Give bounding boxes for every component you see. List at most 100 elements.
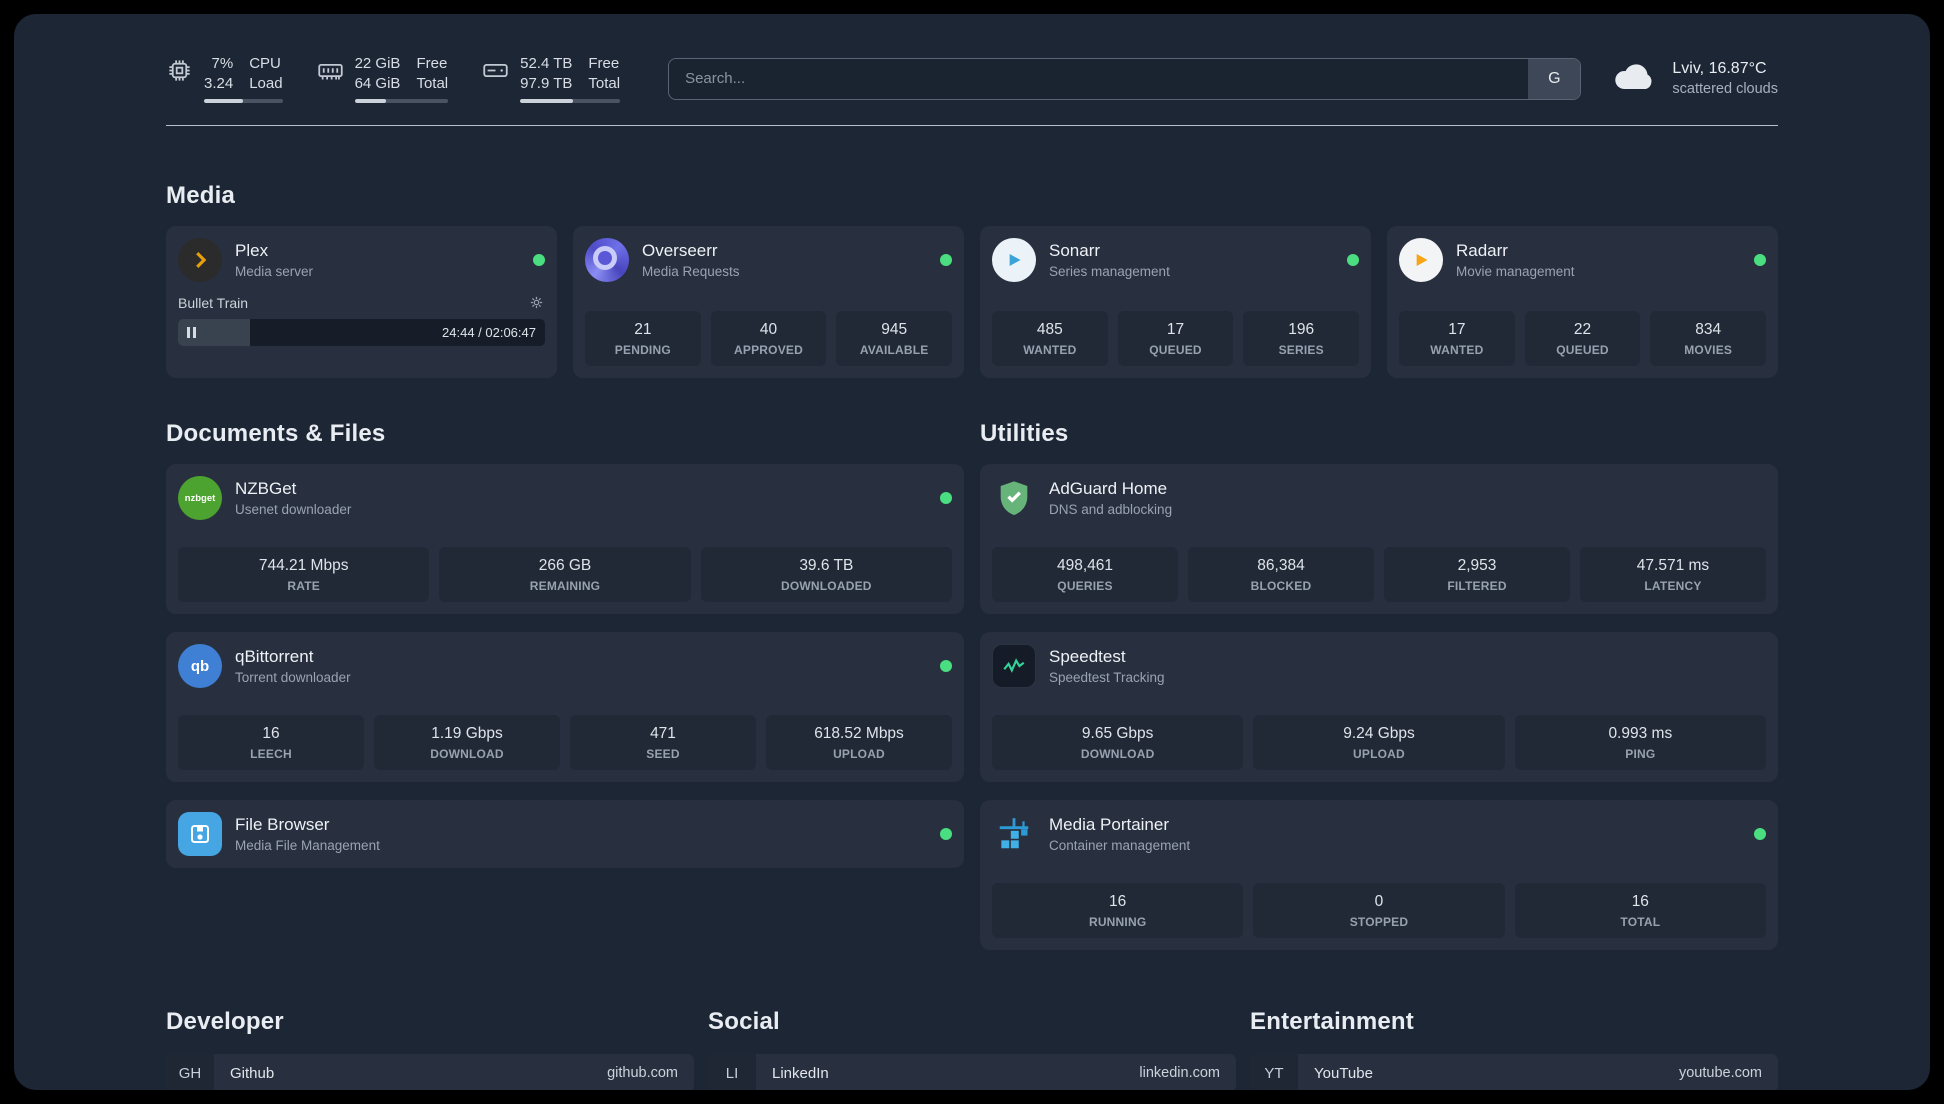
qbittorrent-link[interactable]: qb qBittorrent Torrent downloader <box>178 644 952 688</box>
stat-blocked: 86,384 BLOCKED <box>1188 547 1374 602</box>
sonarr-stats: 485 WANTED 17 QUEUED 196 SERIES <box>992 311 1360 366</box>
plex-link[interactable]: Plex Media server <box>178 238 545 282</box>
bookmark-url: github.com <box>607 1065 678 1081</box>
cloud-icon <box>1611 59 1659 98</box>
adguard-icon <box>992 476 1036 520</box>
stat-value: 618.52 Mbps <box>814 725 904 742</box>
stat-label: DOWNLOADED <box>780 579 872 593</box>
stat-label: UPLOAD <box>1353 747 1405 761</box>
disk-free-label: Free <box>588 55 620 72</box>
disk-widget: 52.4 TB 97.9 TB Free Total <box>482 54 621 103</box>
cpu-usage-value: 7% <box>211 55 234 72</box>
developer-bookmarks: GH Github github.com SO StackOverflow st… <box>166 1054 694 1090</box>
sonarr-icon <box>992 238 1036 282</box>
stat-value: 17 <box>1448 321 1466 338</box>
qbittorrent-icon: qb <box>178 644 222 688</box>
documents-cards: nzbget NZBGet Usenet downloader 744.21 M… <box>166 464 964 868</box>
stat-total: 16 TOTAL <box>1514 883 1766 938</box>
stat-value: 2,953 <box>1457 557 1497 574</box>
plex-icon <box>178 238 222 282</box>
bookmark-name: Github <box>230 1064 275 1082</box>
bookmark-github[interactable]: GH Github github.com <box>166 1054 694 1090</box>
stat-value: 16 <box>1109 893 1127 910</box>
pause-icon[interactable] <box>187 319 196 346</box>
weather-condition: scattered clouds <box>1672 81 1778 97</box>
bookmark-name: LinkedIn <box>772 1064 829 1082</box>
service-name: File Browser <box>235 815 330 834</box>
service-name: Overseerr <box>642 241 718 260</box>
stat-label: PENDING <box>614 343 671 357</box>
gear-icon[interactable] <box>528 294 545 311</box>
stat-label: RUNNING <box>1088 915 1147 929</box>
qbittorrent-meta: qBittorrent Torrent downloader <box>235 647 351 685</box>
bookmark-abbr: LI <box>708 1054 756 1090</box>
weather-widget[interactable]: Lviv, 16.87°C scattered clouds <box>1611 59 1778 98</box>
dashboard: 7% 3.24 CPU Load 22 GiB 64 GiB Free Tota… <box>14 14 1930 1090</box>
stat-label: QUEUED <box>1556 343 1609 357</box>
stat-movies: 834 MOVIES <box>1650 311 1767 366</box>
adguard-link[interactable]: AdGuard Home DNS and adblocking <box>992 476 1766 520</box>
qbittorrent-card: qb qBittorrent Torrent downloader 16 LEE… <box>166 632 964 782</box>
qbittorrent-stats: 16 LEECH 1.19 Gbps DOWNLOAD 471 SEED 618… <box>178 715 952 770</box>
memory-free-label: Free <box>416 55 448 72</box>
entertainment-bookmarks: YT YouTube youtube.com NF Netflix netfli… <box>1250 1054 1778 1090</box>
cpu-label: CPU <box>249 55 281 72</box>
documents-section-title: Documents & Files <box>166 420 386 447</box>
nzbget-status-dot <box>940 492 952 504</box>
bookmark-name: YouTube <box>1314 1064 1373 1082</box>
speedtest-meta: Speedtest Speedtest Tracking <box>1049 647 1165 685</box>
stat-queued: 22 QUEUED <box>1524 311 1641 366</box>
portainer-meta: Media Portainer Container management <box>1049 815 1190 853</box>
service-name: NZBGet <box>235 479 297 498</box>
stat-value: 498,461 <box>1056 557 1114 574</box>
overseerr-icon <box>585 238 629 282</box>
sonarr-link[interactable]: Sonarr Series management <box>992 238 1359 282</box>
now-playing-title: Bullet Train <box>178 294 249 311</box>
service-name: Sonarr <box>1049 241 1101 260</box>
service-desc: Movie management <box>1456 264 1575 279</box>
service-desc: Speedtest Tracking <box>1049 670 1165 685</box>
bookmark-url: youtube.com <box>1678 1065 1762 1081</box>
stat-value: 16 <box>262 725 280 742</box>
cpu-load-value: 3.24 <box>204 74 234 92</box>
speedtest-icon <box>992 644 1036 688</box>
search-provider-button[interactable]: G <box>1528 58 1581 99</box>
bookmark-linkedin[interactable]: LI LinkedIn linkedin.com <box>708 1054 1236 1090</box>
disk-progress-fill <box>520 99 574 103</box>
stat-wanted: 485 WANTED <box>992 311 1108 366</box>
plex-status-dot <box>533 254 545 266</box>
stat-value: 40 <box>759 321 778 338</box>
radarr-status-dot <box>1754 254 1766 266</box>
overseerr-link[interactable]: Overseerr Media Requests <box>585 238 952 282</box>
dashboard-content: 7% 3.24 CPU Load 22 GiB 64 GiB Free Tota… <box>166 14 1778 1090</box>
top-bar: 7% 3.24 CPU Load 22 GiB 64 GiB Free Tota… <box>166 54 1778 103</box>
stat-value: 744.21 Mbps <box>258 557 349 574</box>
stat-available: 945 AVAILABLE <box>836 311 953 366</box>
stat-label: QUEUED <box>1149 343 1202 357</box>
filebrowser-link[interactable]: File Browser Media File Management <box>178 812 952 856</box>
stat-label: DOWNLOAD <box>1080 747 1155 761</box>
portainer-link[interactable]: Media Portainer Container management <box>992 812 1766 856</box>
service-name: Speedtest <box>1049 647 1126 666</box>
nzbget-link[interactable]: nzbget NZBGet Usenet downloader <box>178 476 952 520</box>
stat-value: 471 <box>650 725 676 742</box>
radarr-link[interactable]: Radarr Movie management <box>1399 238 1766 282</box>
stat-pending: 21 PENDING <box>585 311 701 366</box>
stat-label: RATE <box>287 579 320 593</box>
utilities-section-title: Utilities <box>980 420 1069 447</box>
stat-ping: 0.993 ms PING <box>1514 715 1766 770</box>
overseerr-status-dot <box>940 254 952 266</box>
search-input[interactable] <box>669 58 1529 99</box>
weather-location: Lviv, 16.87°C <box>1672 60 1767 77</box>
bookmark-youtube[interactable]: YT YouTube youtube.com <box>1250 1054 1778 1090</box>
memory-total-value: 64 GiB <box>354 74 401 92</box>
section-media: Media Plex Media server Bullet Train 24:… <box>166 182 1778 378</box>
stat-upload: 9.24 Gbps UPLOAD <box>1253 715 1505 770</box>
cpu-progress-fill <box>204 99 244 103</box>
section-entertainment: Entertainment YT YouTube youtube.com NF … <box>1250 1008 1778 1090</box>
stat-label: STOPPED <box>1349 915 1409 929</box>
stat-value: 485 <box>1036 321 1063 338</box>
speedtest-link[interactable]: Speedtest Speedtest Tracking <box>992 644 1766 688</box>
stat-value: 16 <box>1631 893 1649 910</box>
service-name: Radarr <box>1456 241 1508 260</box>
